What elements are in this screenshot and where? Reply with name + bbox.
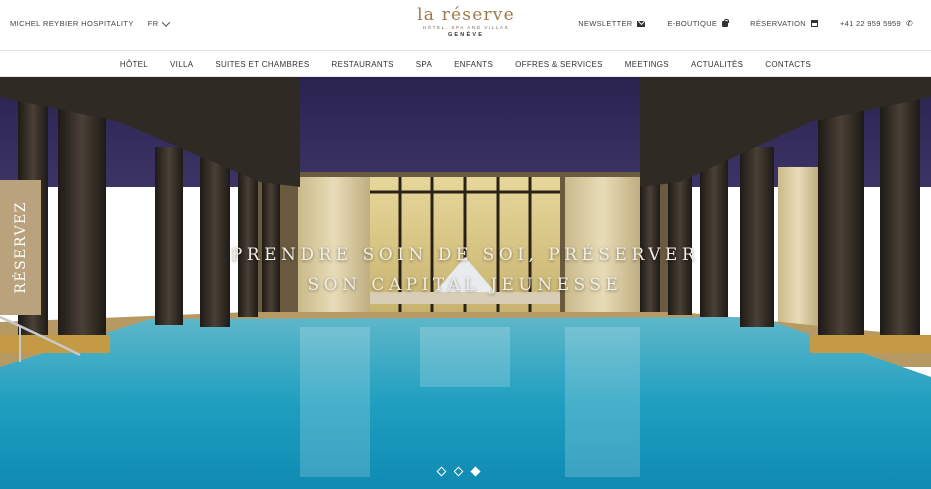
slide-dot-2[interactable] bbox=[453, 466, 464, 477]
reservation-link[interactable]: RÉSERVATION bbox=[750, 19, 818, 28]
envelope-icon bbox=[637, 20, 646, 27]
reserve-tab-button[interactable]: RÉSERVEZ bbox=[0, 180, 41, 315]
logo[interactable]: la réserve HÔTEL, SPA AND VILLAS GENÈVE bbox=[410, 6, 522, 39]
logo-brand: la réserve bbox=[417, 5, 515, 25]
slide-dot-3[interactable] bbox=[470, 466, 481, 477]
bag-icon bbox=[722, 18, 729, 27]
reservation-label: RÉSERVATION bbox=[750, 19, 806, 28]
hero-headline: PRENDRE SOIN DE SOI, PRÉSERVER SON CAPIT… bbox=[150, 240, 780, 300]
main-nav-list: HÔTEL VILLA SUITES ET CHAMBRES RESTAURANTS S… bbox=[0, 51, 931, 77]
nav-item-meetings[interactable]: MEETINGS bbox=[614, 60, 680, 69]
phone-link[interactable]: +41 22 959 5959 ✆ bbox=[840, 19, 913, 28]
logo-tagline: HÔTEL, SPA AND VILLAS bbox=[422, 25, 510, 30]
nav-item-spa[interactable]: SPA bbox=[405, 60, 443, 69]
eboutique-link[interactable]: E-BOUTIQUE bbox=[667, 18, 729, 28]
main-nav: HÔTEL VILLA SUITES ET CHAMBRES RESTAURANTS S… bbox=[0, 51, 931, 77]
nav-item-villa[interactable]: VILLA bbox=[159, 60, 204, 69]
chevron-down-icon bbox=[161, 17, 170, 27]
hero-headline-line1: PRENDRE SOIN DE SOI, PRÉSERVER bbox=[230, 245, 700, 265]
nav-item-enfants[interactable]: ENFANTS bbox=[443, 60, 504, 69]
top-bar: MICHEL REYBIER HOSPITALITY FR la réserve… bbox=[0, 0, 931, 50]
logo-city: GENÈVE bbox=[447, 32, 485, 38]
slider-pagination bbox=[436, 466, 481, 477]
eboutique-label: E-BOUTIQUE bbox=[667, 19, 718, 28]
calendar-icon bbox=[810, 20, 818, 27]
phone-label: +41 22 959 5959 bbox=[839, 19, 901, 28]
phone-icon: ✆ bbox=[905, 18, 913, 28]
nav-item-offres-services[interactable]: OFFRES & SERVICES bbox=[504, 60, 614, 69]
group-link[interactable]: MICHEL REYBIER HOSPITALITY bbox=[10, 19, 134, 28]
reserve-tab-label: RÉSERVEZ bbox=[12, 201, 29, 294]
nav-item-actualit-s[interactable]: ACTUALITÉS bbox=[680, 60, 754, 69]
nav-item-h-tel[interactable]: HÔTEL bbox=[109, 60, 159, 69]
newsletter-link[interactable]: NEWSLETTER bbox=[578, 19, 646, 28]
nav-item-suites-et-chambres[interactable]: SUITES ET CHAMBRES bbox=[204, 60, 320, 69]
hero-headline-line2: SON CAPITAL JEUNESSE bbox=[307, 275, 623, 295]
top-bar-left: MICHEL REYBIER HOSPITALITY FR bbox=[10, 17, 170, 28]
nav-item-contacts[interactable]: CONTACTS bbox=[754, 60, 822, 69]
language-label: FR bbox=[147, 19, 159, 28]
newsletter-label: NEWSLETTER bbox=[578, 19, 633, 28]
top-bar-right: NEWSLETTER E-BOUTIQUE RÉSERVATION +41 22… bbox=[578, 18, 913, 28]
language-selector[interactable]: FR bbox=[147, 17, 170, 28]
slide-dot-1[interactable] bbox=[436, 466, 447, 477]
nav-item-restaurants[interactable]: RESTAURANTS bbox=[321, 60, 405, 69]
